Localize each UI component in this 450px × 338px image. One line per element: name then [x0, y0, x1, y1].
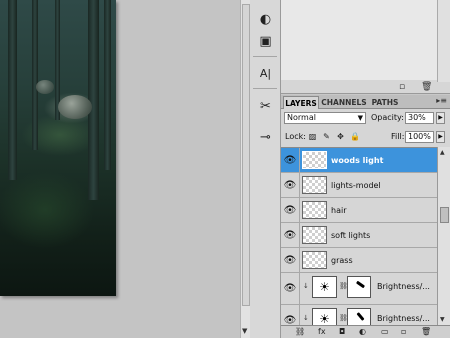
layer-thumbnail — [302, 151, 327, 169]
divider — [253, 88, 277, 89]
top-panel: ▫ 🗑 — [281, 0, 450, 94]
new-layer-icon[interactable]: ▫ — [401, 327, 406, 336]
layer-list-scrollbar[interactable]: ▲ ▼ — [437, 147, 450, 325]
eye-icon[interactable]: 👁 — [281, 273, 300, 304]
trash-icon[interactable]: 🗑 — [421, 327, 431, 336]
lock-transparency-icon[interactable]: ▨ — [308, 132, 317, 142]
opacity-slider-arrow-icon[interactable]: ▶ — [436, 112, 445, 124]
layer-name: woods light — [331, 156, 384, 165]
brightness-contrast-icon: ☀ — [312, 276, 337, 298]
brightness-contrast-icon: ☀ — [312, 308, 337, 326]
eye-icon[interactable]: 👁 — [281, 223, 300, 247]
layer-list: 👁 woods light 👁 lights-model 👁 hair 👁 so… — [281, 147, 437, 326]
layer-thumbnail — [302, 176, 327, 194]
new-item-icon[interactable]: ▫ — [399, 82, 405, 92]
panel-tabs: LAYERS CHANNELS PATHS ▸≡ — [281, 95, 450, 109]
layer-row[interactable]: 👁 lights-model — [281, 173, 437, 198]
panel-menu-icon[interactable]: ▸≡ — [436, 96, 447, 105]
scroll-up-arrow-icon[interactable]: ▲ — [440, 149, 445, 156]
fill-label: Fill: — [391, 132, 405, 141]
tool-presets-icon[interactable]: ⊸ — [256, 128, 275, 146]
clip-arrow-icon: ↓ — [303, 314, 309, 322]
opacity-label: Opacity: — [371, 113, 404, 122]
layer-thumbnail — [302, 251, 327, 269]
divider — [253, 56, 277, 57]
document-image[interactable] — [0, 0, 116, 296]
brushes-icon[interactable]: ✂ — [256, 97, 275, 115]
layer-thumbnail — [302, 226, 327, 244]
layer-row[interactable]: 👁 soft lights — [281, 223, 437, 248]
blend-mode-select[interactable]: Normal ▼ — [284, 112, 366, 124]
adjustment-layer-row[interactable]: 👁 ↓ ☀ ⛓ Brightness/... — [281, 273, 437, 305]
eye-icon[interactable]: 👁 — [281, 198, 300, 222]
fill-slider-arrow-icon[interactable]: ▶ — [436, 131, 445, 143]
opacity-field[interactable]: 30% — [405, 112, 434, 124]
layer-name: Brightness/... — [377, 282, 430, 291]
layer-thumbnail — [302, 201, 327, 219]
panel-icon-strip: ◐ ▣ A| ✂ ⊸ — [250, 0, 281, 338]
lock-label: Lock: — [285, 132, 306, 141]
layer-row[interactable]: 👁 grass — [281, 248, 437, 273]
fill-field[interactable]: 100% — [405, 131, 434, 143]
layer-name: soft lights — [331, 231, 371, 240]
eye-icon[interactable]: 👁 — [281, 173, 300, 197]
new-adjustment-layer-icon[interactable]: ◐ — [359, 327, 366, 336]
new-group-icon[interactable]: ▭ — [381, 327, 389, 336]
canvas-area[interactable] — [0, 0, 240, 338]
eye-icon[interactable]: 👁 — [281, 148, 300, 172]
add-layer-style-icon[interactable]: fx — [318, 327, 326, 336]
link-layers-icon[interactable]: ⛓ — [295, 327, 305, 336]
adjustment-layer-row[interactable]: 👁 ↓ ☀ ⛓ Brightness/... — [281, 305, 437, 326]
lock-all-icon[interactable]: 🔒 — [350, 132, 360, 142]
layer-mask-thumbnail[interactable] — [347, 308, 371, 326]
layer-name: grass — [331, 256, 353, 265]
scroll-down-arrow-icon[interactable]: ▼ — [242, 327, 247, 335]
tab-paths[interactable]: PATHS — [369, 96, 401, 109]
top-panel-scrollbar[interactable] — [437, 0, 450, 82]
lock-position-icon[interactable]: ✥ — [336, 132, 345, 142]
eye-icon[interactable]: 👁 — [281, 248, 300, 272]
trash-icon[interactable]: 🗑 — [421, 82, 432, 92]
layer-comps-icon[interactable]: ▣ — [256, 32, 275, 50]
layer-name: lights-model — [331, 181, 381, 190]
character-icon[interactable]: A| — [256, 64, 275, 82]
eye-icon[interactable]: 👁 — [281, 305, 300, 326]
canvas-vertical-scrollbar[interactable]: ▼ — [240, 0, 250, 338]
chevron-down-icon: ▼ — [357, 114, 363, 122]
layer-row[interactable]: 👁 woods light — [281, 148, 437, 173]
scroll-down-arrow-icon[interactable]: ▼ — [440, 316, 445, 323]
layers-panel: LAYERS CHANNELS PATHS ▸≡ Normal ▼ Opacit… — [281, 95, 450, 338]
tab-channels[interactable]: CHANNELS — [321, 96, 367, 109]
top-panel-content — [281, 0, 438, 80]
layer-name: Brightness/... — [377, 314, 430, 323]
lock-image-icon[interactable]: ✎ — [322, 132, 331, 142]
layer-mask-thumbnail[interactable] — [347, 276, 371, 298]
history-brush-icon[interactable]: ◐ — [256, 10, 275, 28]
layer-row[interactable]: 👁 hair — [281, 198, 437, 223]
layer-name: hair — [331, 206, 347, 215]
layers-panel-footer: ⛓ fx ◘ ◐ ▭ ▫ 🗑 — [281, 325, 450, 338]
clip-arrow-icon: ↓ — [303, 282, 309, 290]
lock-options: ▨ ✎ ✥ 🔒 — [308, 132, 360, 142]
scroll-thumb[interactable] — [242, 4, 250, 306]
add-mask-icon[interactable]: ◘ — [339, 327, 345, 336]
tab-layers[interactable]: LAYERS — [283, 96, 319, 109]
scroll-thumb[interactable] — [440, 207, 449, 223]
blend-mode-value: Normal — [287, 113, 316, 122]
